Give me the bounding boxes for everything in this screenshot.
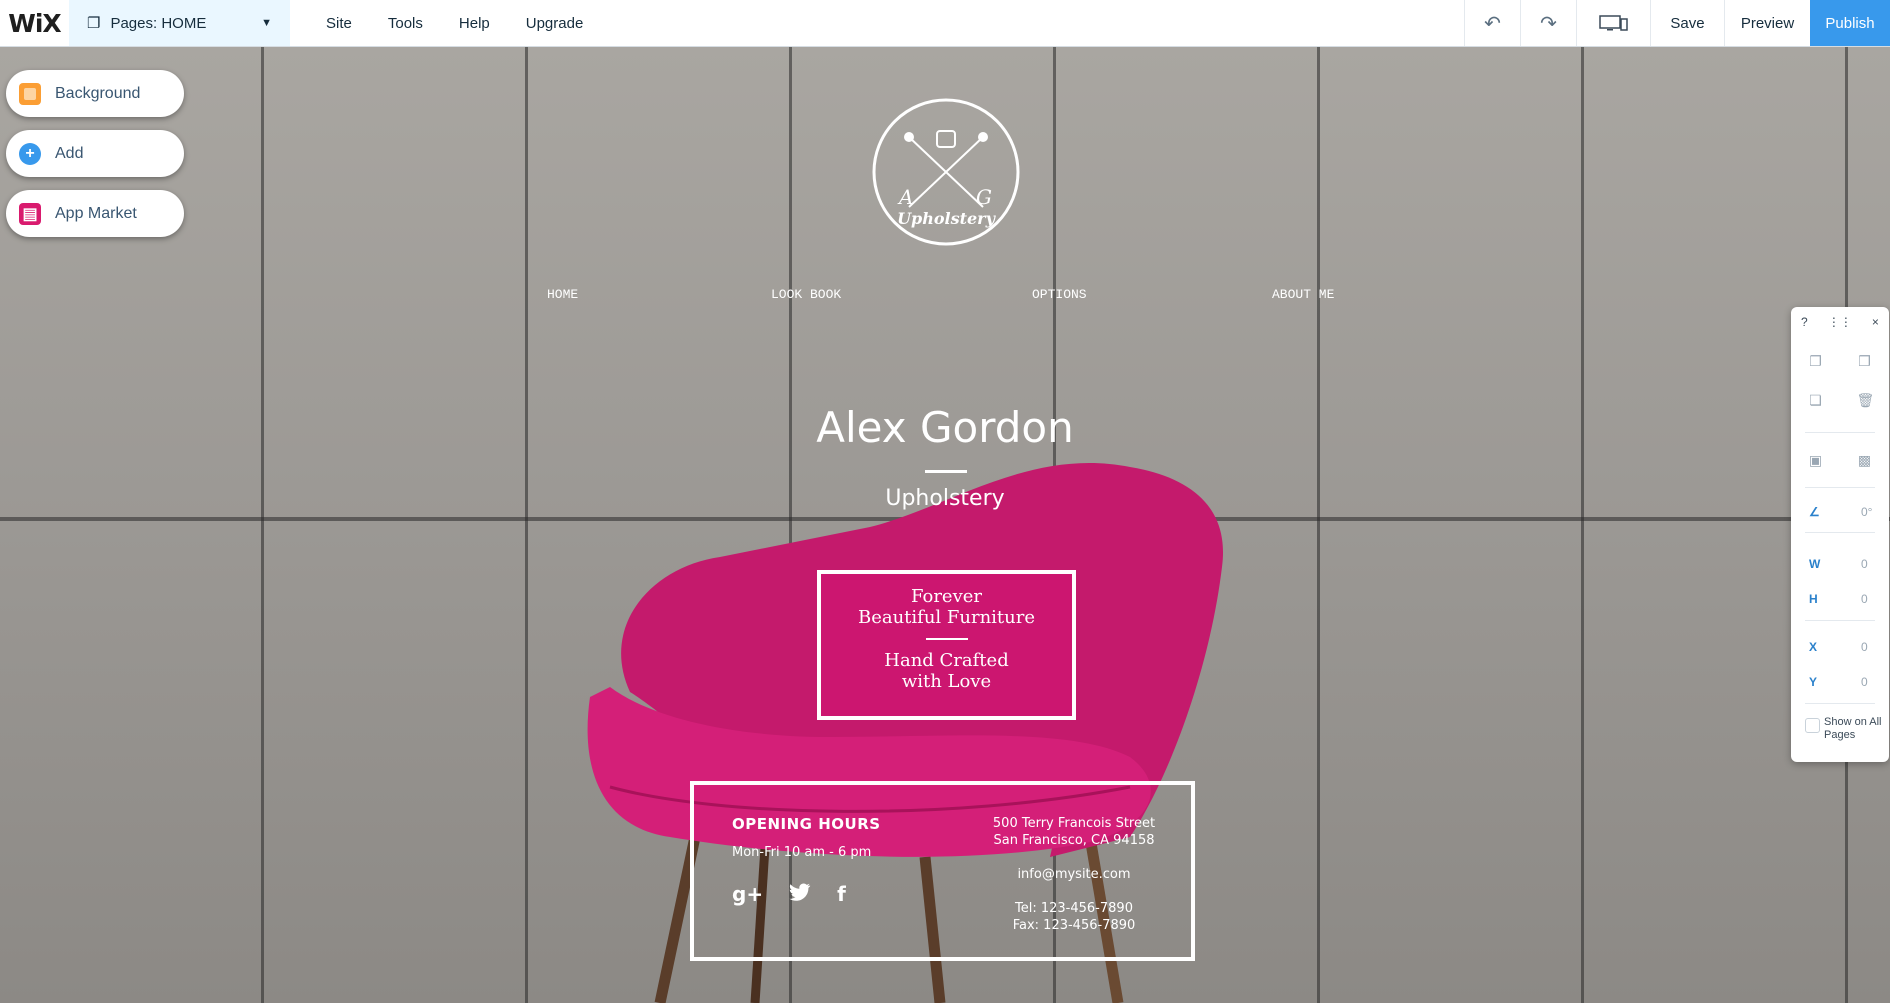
tagline-divider (925, 638, 968, 640)
background-icon (19, 82, 41, 105)
y-input[interactable]: 0 (1861, 675, 1868, 689)
social-links: g+ f (732, 882, 881, 906)
chevron-down-icon: ▼ (261, 17, 272, 29)
editor-menu: Site Tools Help Upgrade (290, 0, 619, 46)
site-nav-home[interactable]: HOME (547, 287, 578, 302)
help-icon[interactable]: ? (1801, 315, 1808, 329)
address-line-1: 500 Terry Francois Street (992, 816, 1156, 831)
tagline-line-1: Forever (910, 586, 983, 607)
rotation-value[interactable]: 0° (1861, 505, 1872, 519)
menu-upgrade[interactable]: Upgrade (526, 15, 584, 32)
align-icon[interactable]: ▩ (1857, 452, 1873, 468)
copy-icon[interactable]: ❐ (1808, 353, 1824, 369)
add-button[interactable]: + Add (6, 130, 184, 177)
width-label: W (1809, 557, 1821, 571)
toolbar-row-edit: ❏ 🗑 (1791, 392, 1889, 408)
site-nav-look-book[interactable]: LOOK BOOK (771, 287, 841, 302)
show-on-all-pages-checkbox[interactable] (1805, 718, 1820, 733)
menu-help[interactable]: Help (459, 15, 490, 32)
component-toolbar: ? ⋮⋮ × ❐ ❒ ❏ 🗑 ▣ ▩ ∠ 0° W 0 H 0 X 0 Y 0 … (1791, 307, 1889, 762)
facebook-icon[interactable]: f (837, 882, 846, 906)
google-plus-icon[interactable]: g+ (732, 882, 763, 906)
left-panel: Background + Add ▤ App Market (6, 70, 184, 250)
arrange-icon[interactable]: ▣ (1808, 452, 1824, 468)
toolbar-row-arrange: ▣ ▩ (1791, 452, 1889, 468)
tel-text: Tel: 123-456-7890 (1015, 901, 1133, 916)
site-logo[interactable]: A G Upholstery (871, 97, 1021, 247)
publish-button[interactable]: Publish (1810, 0, 1890, 46)
hero-subtitle[interactable]: Upholstery (0, 486, 1890, 511)
plus-icon: + (19, 142, 41, 165)
opening-hours-text: Mon-Fri 10 am - 6 pm (732, 845, 872, 860)
site-nav-options[interactable]: OPTIONS (1032, 287, 1087, 302)
show-on-all-pages-label: Show on All Pages (1824, 716, 1882, 741)
toolbar-divider (1805, 620, 1875, 621)
duplicate-icon[interactable]: ❏ (1808, 392, 1824, 408)
editor-topbar: WiX ❐ Pages: HOME ▼ Site Tools Help Upgr… (0, 0, 1890, 47)
twitter-icon[interactable] (789, 882, 811, 906)
toolbar-divider (1805, 432, 1875, 433)
site-nav-about-me[interactable]: ABOUT ME (1272, 287, 1334, 302)
width-input[interactable]: 0 (1861, 557, 1868, 571)
logo-letter-g: G (976, 185, 992, 209)
address-block: 500 Terry Francois Street San Francisco,… (974, 815, 1174, 934)
app-market-label: App Market (55, 204, 137, 222)
tagline-line-3: Hand Crafted (884, 650, 1009, 671)
device-switch-icon[interactable] (1576, 0, 1650, 46)
menu-tools[interactable]: Tools (388, 15, 423, 32)
redo-icon[interactable]: ↷ (1520, 0, 1576, 46)
menu-site[interactable]: Site (326, 15, 352, 32)
toolbar-divider (1805, 532, 1875, 533)
fax-text: Fax: 123-456-7890 (1012, 918, 1136, 933)
rotate-icon[interactable]: ∠ (1809, 505, 1820, 519)
contact-info-box[interactable]: OPENING HOURS Mon-Fri 10 am - 6 pm g+ f … (690, 781, 1195, 961)
opening-hours-block: OPENING HOURS Mon-Fri 10 am - 6 pm g+ f (732, 815, 881, 906)
tagline-line-2: Beautiful Furniture (857, 607, 1036, 628)
logo-letter-a: A (899, 185, 914, 209)
hero-divider (925, 470, 967, 473)
height-input[interactable]: 0 (1861, 592, 1868, 606)
toolbar-divider (1805, 703, 1875, 704)
drag-handle-icon[interactable]: ⋮⋮ (1828, 315, 1852, 329)
wix-logo: WiX (8, 8, 61, 38)
app-market-button[interactable]: ▤ App Market (6, 190, 184, 237)
opening-hours-title: OPENING HOURS (732, 815, 881, 833)
undo-icon[interactable]: ↶ (1464, 0, 1520, 46)
x-label: X (1809, 640, 1818, 654)
site-nav: HOME LOOK BOOK OPTIONS ABOUT ME (0, 287, 1890, 307)
editor-actions: ↶ ↷ Save Preview Publish (1464, 0, 1890, 46)
toolbar-row-clipboard: ❐ ❒ (1791, 353, 1889, 369)
tagline-box[interactable]: Forever Beautiful Furniture Hand Crafted… (817, 570, 1076, 720)
delete-icon[interactable]: 🗑 (1857, 392, 1875, 408)
x-input[interactable]: 0 (1861, 640, 1868, 654)
preview-button[interactable]: Preview (1724, 0, 1810, 46)
close-icon[interactable]: × (1872, 315, 1879, 329)
address-line-2: San Francisco, CA 94158 (993, 833, 1155, 848)
background-button[interactable]: Background (6, 70, 184, 117)
paste-icon[interactable]: ❒ (1857, 353, 1873, 369)
add-label: Add (55, 144, 84, 162)
pages-label: Pages: HOME (110, 14, 207, 32)
logo-text: Upholstery (897, 209, 995, 228)
save-button[interactable]: Save (1650, 0, 1724, 46)
toolbar-divider (1805, 487, 1875, 488)
tagline-line-4: with Love (901, 671, 992, 692)
site-canvas[interactable]: A G Upholstery HOME LOOK BOOK OPTIONS AB… (0, 47, 1890, 1003)
pages-dropdown[interactable]: ❐ Pages: HOME ▼ (69, 0, 290, 46)
app-market-icon: ▤ (19, 202, 41, 225)
y-label: Y (1809, 675, 1818, 689)
toolbar-header: ? ⋮⋮ × (1791, 307, 1889, 337)
background-label: Background (55, 84, 141, 102)
hero-title[interactable]: Alex Gordon (0, 403, 1890, 452)
pages-icon: ❐ (87, 15, 101, 32)
height-label: H (1809, 592, 1818, 606)
email-link[interactable]: info@mysite.com (974, 866, 1174, 883)
